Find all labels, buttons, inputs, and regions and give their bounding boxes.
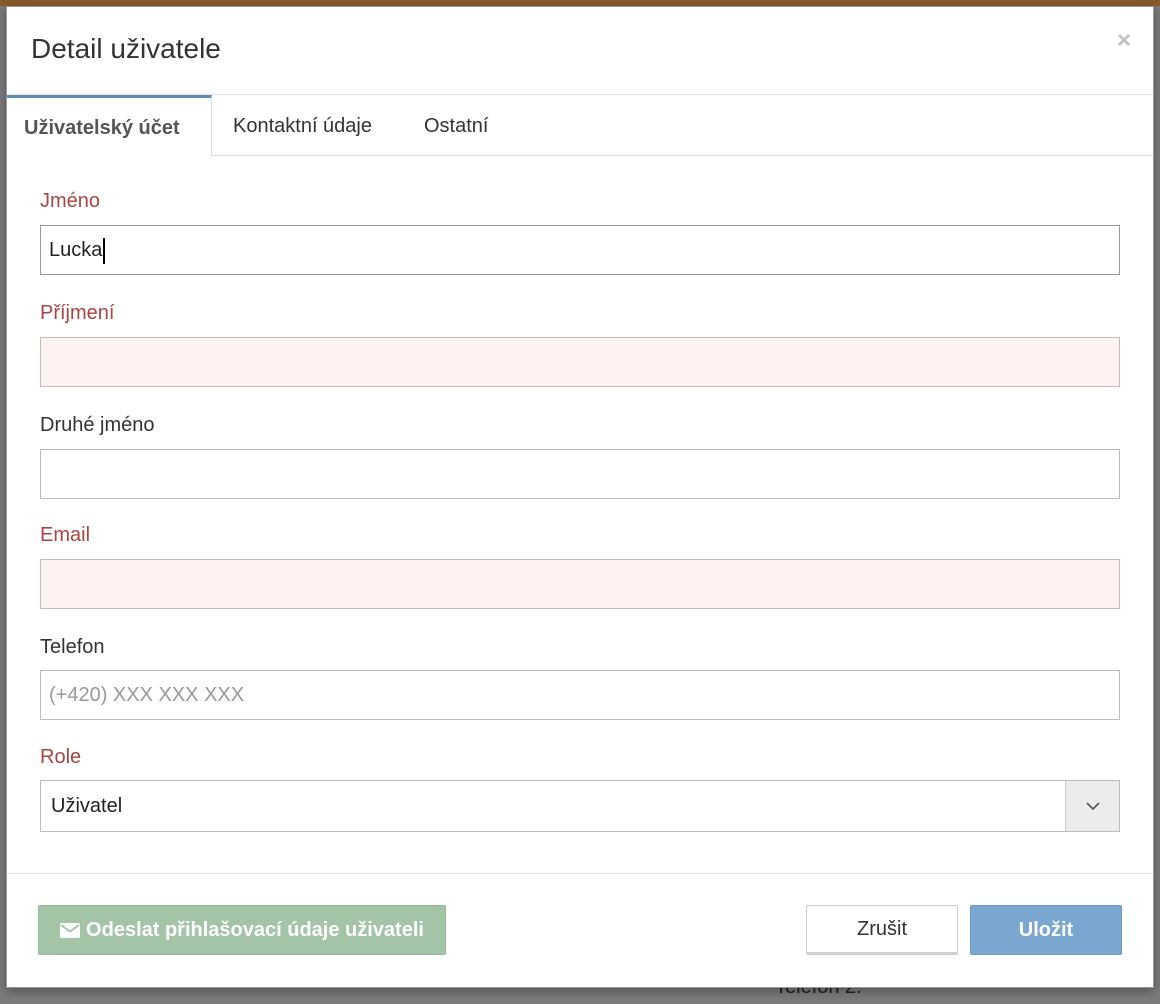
dialog-header: Detail uživatele × [7,7,1153,95]
tab-other[interactable]: Ostatní [424,95,488,156]
user-detail-dialog: Detail uživatele × Uživatelský účet Kont… [6,6,1154,988]
last-name-label: Příjmení [40,302,115,324]
first-name-value: Lucka [49,239,103,261]
role-label: Role [40,746,82,768]
dialog-footer: Odeslat přihlašovací údaje uživateli Zru… [7,873,1153,987]
last-name-input[interactable] [40,337,1120,387]
send-credentials-button[interactable]: Odeslat přihlašovací údaje uživateli [38,905,446,955]
tab-user-account[interactable]: Uživatelský účet [7,95,212,157]
tab-bar: Uživatelský účet Kontaktní údaje Ostatní [7,95,1153,157]
save-button[interactable]: Uložit [970,905,1122,955]
chevron-down-icon[interactable] [1065,781,1119,831]
role-selected-value: Uživatel [51,795,123,817]
cancel-button[interactable]: Zrušit [806,905,958,955]
email-label: Email [40,524,91,546]
first-name-input[interactable]: Lucka [40,225,1120,275]
phone-label: Telefon [40,636,105,658]
text-caret [103,237,106,264]
phone-input[interactable] [40,670,1120,720]
close-icon[interactable]: × [1117,29,1131,53]
send-credentials-label: Odeslat přihlašovací údaje uživateli [86,918,424,941]
email-input[interactable] [40,559,1120,609]
tab-contact-details[interactable]: Kontaktní údaje [233,95,372,156]
middle-name-label: Druhé jméno [40,414,155,436]
dialog-title: Detail uživatele [31,33,221,64]
envelope-icon [60,922,81,938]
role-select[interactable]: Uživatel [40,780,1120,832]
first-name-label: Jméno [40,190,101,212]
middle-name-input[interactable] [40,449,1120,499]
